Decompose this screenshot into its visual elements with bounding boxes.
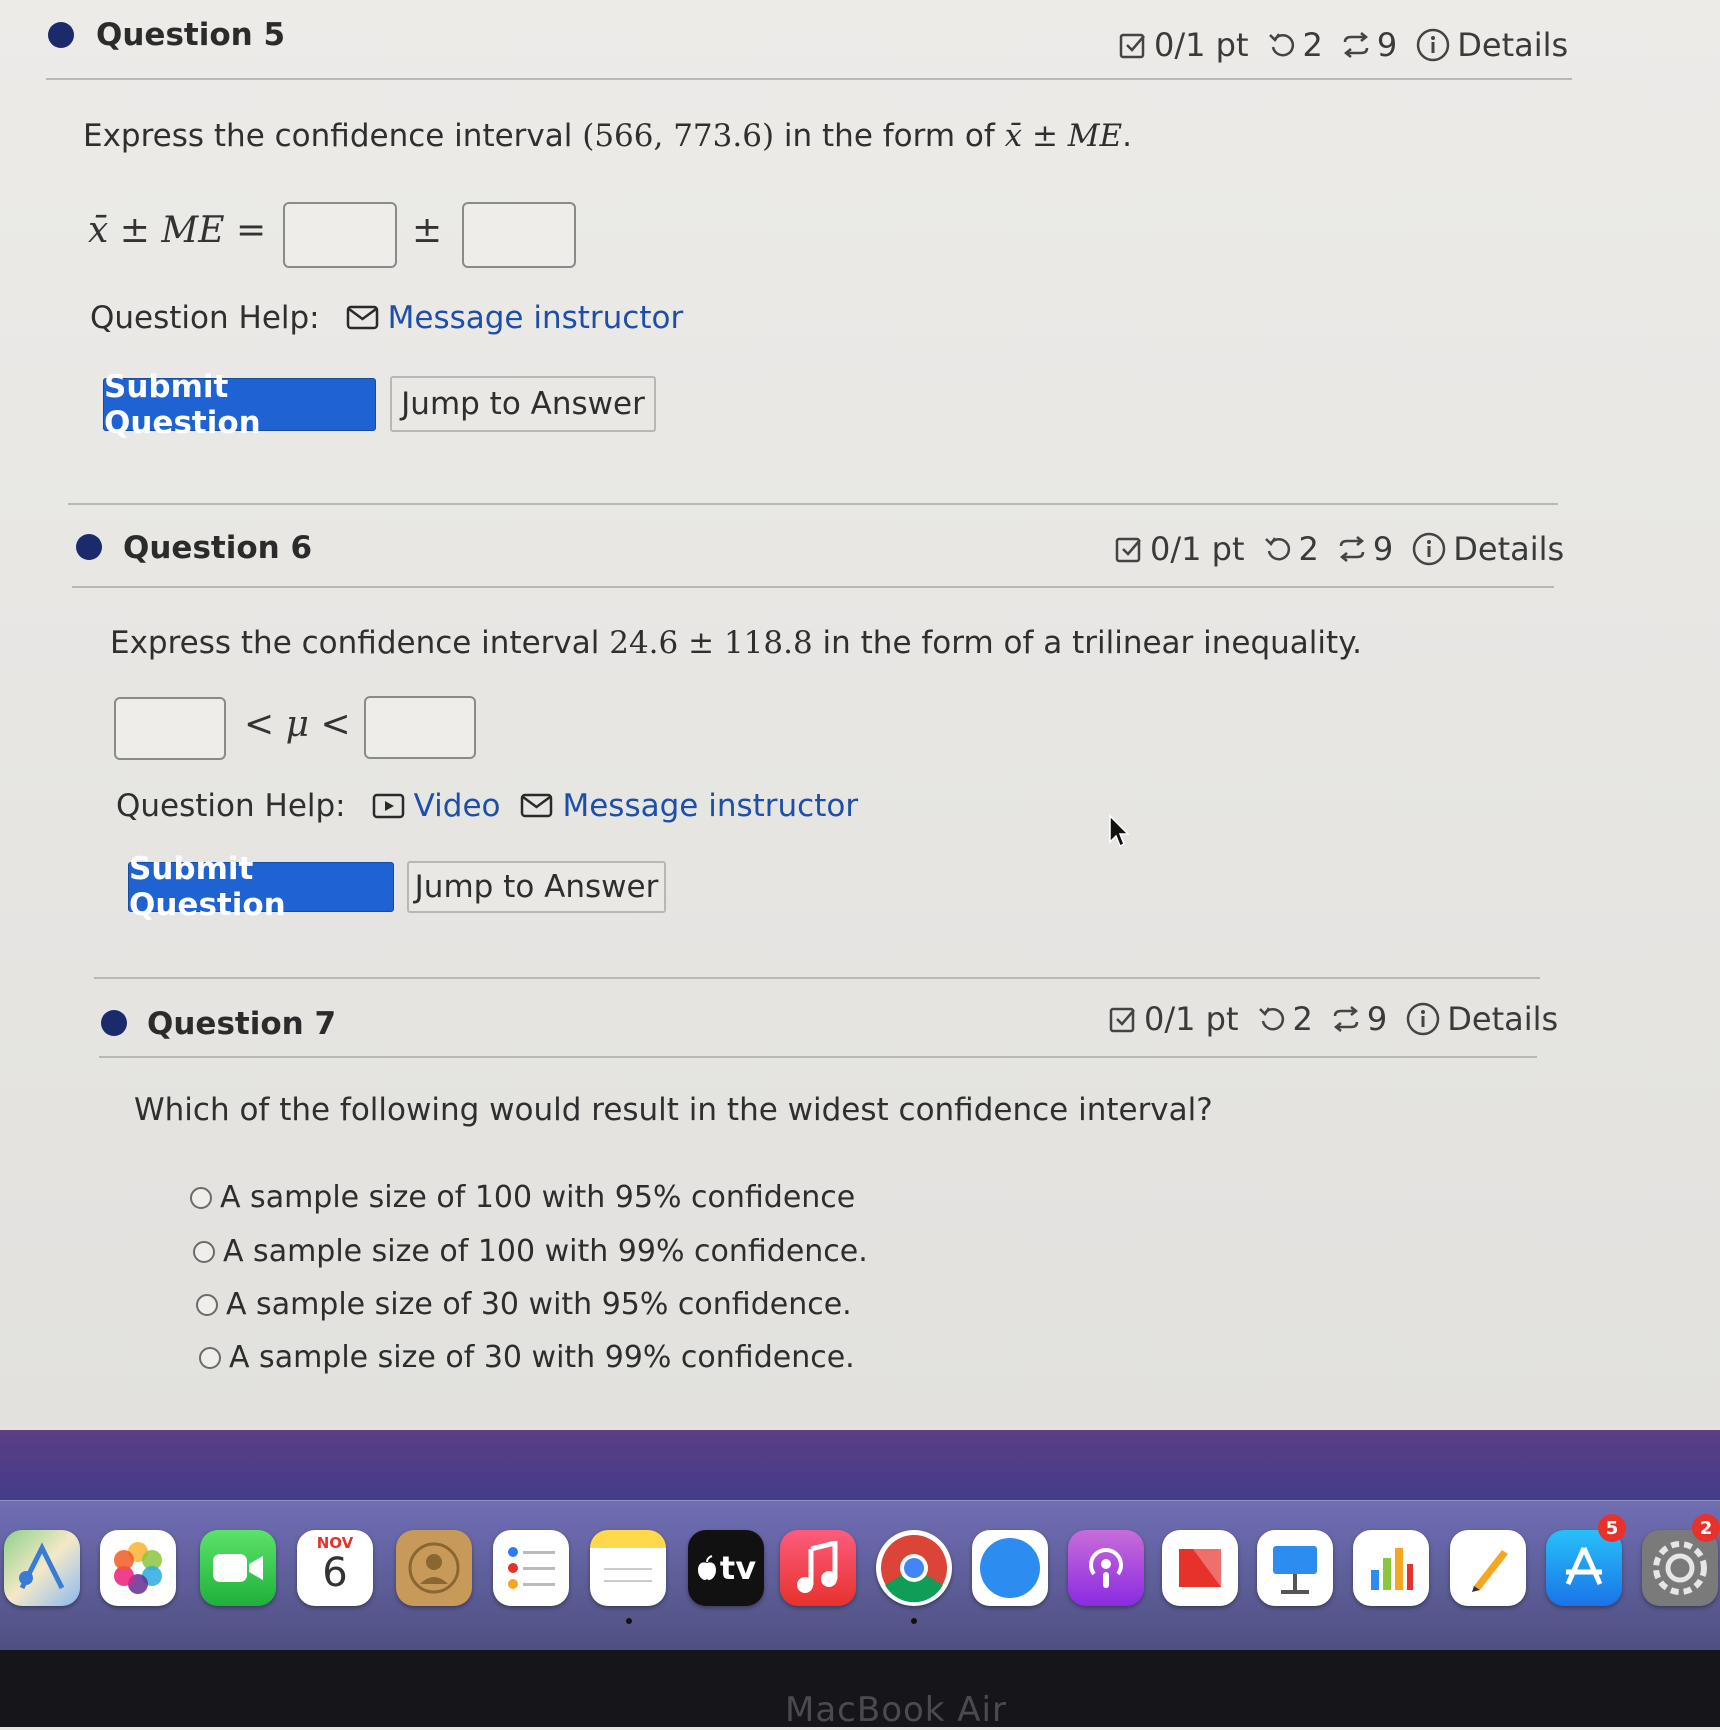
question-bullet: [76, 534, 102, 560]
retry-icon: [1257, 1004, 1287, 1034]
dock-maps-icon[interactable]: [4, 1530, 80, 1606]
retries-count: 2: [1292, 1000, 1313, 1038]
answer-option[interactable]: A sample size of 30 with 95% confidence.: [196, 1287, 852, 1322]
margin-of-error-input[interactable]: [462, 202, 576, 268]
question-meta: 0/1 pt 2 9 Details: [1108, 1000, 1558, 1038]
question-prompt: Express the confidence interval (566, 77…: [83, 118, 1133, 154]
attempts-count: 9: [1376, 26, 1398, 64]
dock-reminders-icon[interactable]: [493, 1530, 569, 1606]
retry-icon: [1263, 534, 1293, 564]
gear-icon: [1653, 1541, 1707, 1595]
retries-count: 2: [1298, 530, 1319, 568]
app-store-badge: 5: [1598, 1514, 1626, 1542]
question-meta: 0/1 pt 2 9 Details: [1118, 26, 1568, 64]
question-prompt: Express the confidence interval 24.6 ± 1…: [110, 625, 1362, 661]
question-bullet: [48, 22, 74, 48]
lower-bound-input[interactable]: [114, 697, 226, 760]
running-indicator: [911, 1618, 917, 1624]
divider: [46, 78, 1572, 80]
dock-photos-icon[interactable]: [100, 1530, 176, 1606]
expression-label: x̄ ± ME =: [88, 210, 267, 251]
envelope-icon: [521, 793, 553, 818]
system-settings-badge: 2: [1692, 1514, 1720, 1542]
radio-button[interactable]: [196, 1293, 218, 1316]
form-math: x̄ ± ME: [1004, 118, 1123, 154]
dock-news-icon[interactable]: [1162, 1530, 1238, 1606]
dock-calendar-icon[interactable]: NOV 6: [297, 1530, 373, 1606]
question-meta: 0/1 pt 2 9 Details: [1114, 530, 1564, 568]
question-prompt: Which of the following would result in t…: [134, 1092, 1213, 1128]
divider: [68, 503, 1558, 505]
video-link[interactable]: Video: [372, 788, 500, 824]
attempts-count: 9: [1372, 530, 1394, 568]
details-link[interactable]: Details: [1457, 26, 1568, 64]
apple-logo-icon: [697, 1555, 716, 1580]
video-icon: [372, 793, 404, 819]
dock-contacts-icon[interactable]: [396, 1530, 472, 1606]
device-label: MacBook Air: [785, 1690, 1007, 1730]
dock-pages-icon[interactable]: [1450, 1530, 1526, 1606]
question-help: Question Help: Video Message instructor: [116, 788, 859, 824]
attempts-icon: [1337, 534, 1367, 564]
submit-question-button[interactable]: Submit Question: [103, 369, 376, 441]
question-title: Question 6: [123, 530, 313, 566]
dock-notes-icon[interactable]: [590, 1530, 666, 1606]
quiz-page: Question 5 0/1 pt 2 9 Details Express th…: [0, 0, 1720, 1430]
tv-label: tv: [719, 1549, 757, 1587]
submit-question-button[interactable]: Submit Question: [128, 851, 394, 923]
mean-input[interactable]: [283, 202, 397, 268]
dock-podcasts-icon[interactable]: [1068, 1530, 1144, 1606]
upper-bound-input[interactable]: [364, 696, 476, 759]
envelope-icon: [346, 305, 378, 330]
divider: [72, 586, 1554, 588]
question-title: Question 5: [96, 17, 286, 53]
radio-button[interactable]: [190, 1186, 212, 1209]
dock-tv-icon[interactable]: tv: [688, 1530, 764, 1606]
calendar-day: 6: [322, 1550, 348, 1596]
question-help: Question Help: Message instructor: [90, 300, 684, 336]
radio-button[interactable]: [193, 1240, 215, 1263]
interval-math: 24.6 ± 118.8: [609, 625, 813, 661]
dock-music-icon[interactable]: [780, 1530, 856, 1606]
checkbox-icon: [1108, 1004, 1138, 1034]
dock-facetime-icon[interactable]: [200, 1530, 276, 1606]
attempts-icon: [1341, 30, 1371, 60]
points-label: 0/1 pt: [1144, 1000, 1239, 1038]
mouse-cursor-icon: [1109, 814, 1130, 848]
radio-button[interactable]: [199, 1346, 221, 1369]
dock-keynote-icon[interactable]: [1257, 1530, 1333, 1606]
attempts-count: 9: [1366, 1000, 1388, 1038]
dock-safari-icon[interactable]: [972, 1530, 1048, 1606]
answer-option[interactable]: A sample size of 30 with 99% confidence.: [199, 1340, 855, 1375]
plus-minus-symbol: ±: [412, 210, 443, 251]
mu-inequality: < μ <: [244, 704, 351, 745]
answer-option[interactable]: A sample size of 100 with 95% confidence: [190, 1180, 855, 1215]
jump-to-answer-button[interactable]: Jump to Answer: [407, 861, 666, 913]
answer-option[interactable]: A sample size of 100 with 99% confidence…: [193, 1234, 868, 1269]
points-label: 0/1 pt: [1150, 530, 1245, 568]
points-label: 0/1 pt: [1154, 26, 1249, 64]
info-icon[interactable]: [1411, 531, 1447, 567]
details-link[interactable]: Details: [1447, 1000, 1558, 1038]
checkbox-icon: [1114, 534, 1144, 564]
checkbox-icon: [1118, 30, 1148, 60]
retry-icon: [1267, 30, 1297, 60]
info-icon[interactable]: [1415, 27, 1451, 63]
info-icon[interactable]: [1405, 1001, 1441, 1037]
divider: [99, 1056, 1537, 1058]
message-instructor-link[interactable]: Message instructor: [346, 300, 683, 336]
message-instructor-link[interactable]: Message instructor: [520, 788, 858, 824]
dock-chrome-icon[interactable]: [876, 1530, 952, 1606]
retries-count: 2: [1302, 26, 1323, 64]
divider: [94, 977, 1540, 979]
attempts-icon: [1331, 1004, 1361, 1034]
details-link[interactable]: Details: [1453, 530, 1564, 568]
jump-to-answer-button[interactable]: Jump to Answer: [390, 376, 656, 432]
dock-numbers-icon[interactable]: [1353, 1530, 1429, 1606]
question-title: Question 7: [147, 1006, 337, 1042]
running-indicator: [626, 1618, 632, 1624]
interval-math: (566, 773.6): [582, 118, 775, 154]
question-bullet: [101, 1010, 127, 1036]
